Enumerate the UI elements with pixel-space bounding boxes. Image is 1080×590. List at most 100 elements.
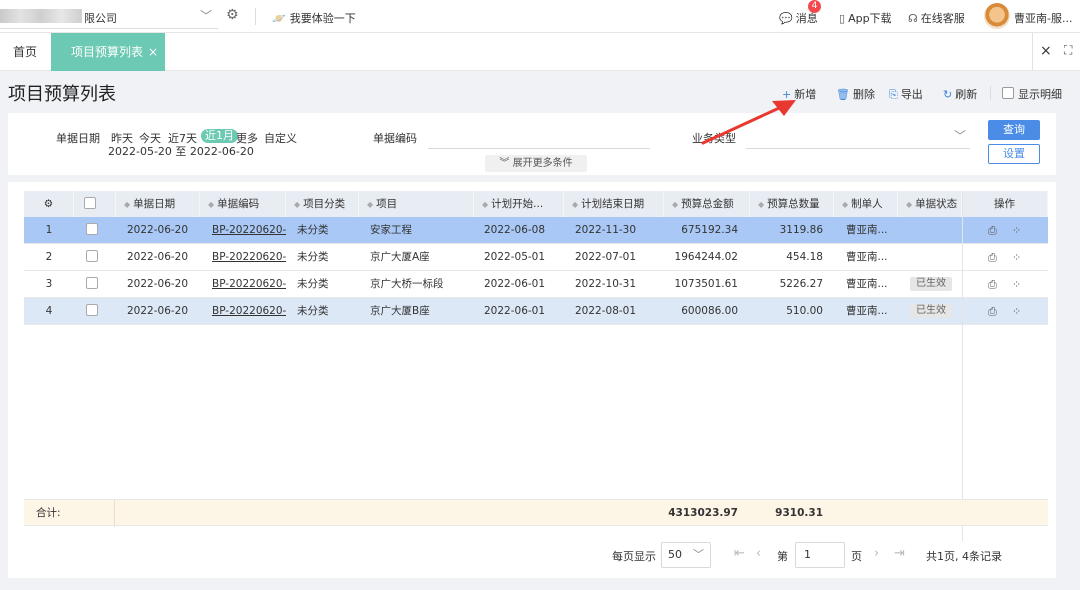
sort-icon: ◆	[672, 200, 679, 209]
edit-icon[interactable]: ⎙	[988, 271, 997, 298]
code-input[interactable]	[428, 148, 650, 149]
grid-icon[interactable]: ⁘	[1012, 298, 1021, 325]
tab-home[interactable]: 首页	[0, 33, 50, 71]
show-detail-label[interactable]: 显示明细	[1018, 86, 1062, 102]
edit-icon[interactable]: ⎙	[988, 298, 997, 325]
table-row[interactable]: 4 2022-06-20 BP-20220620- 未分类 京广大厦B座 202…	[24, 298, 1048, 325]
biz-type-select[interactable]	[746, 148, 970, 149]
select-all-checkbox[interactable]	[84, 197, 96, 209]
export-icon: ⎘	[889, 88, 898, 101]
grid-icon[interactable]: ⁘	[1012, 217, 1021, 244]
first-page-icon[interactable]: ⇤	[734, 546, 745, 561]
per-page-select[interactable]: 50 ﹀	[661, 542, 711, 568]
chevron-down-icon[interactable]: ﹀	[954, 127, 966, 144]
page-suffix: 页	[851, 550, 862, 563]
row-category: 未分类	[297, 305, 329, 317]
header-project-label: 项目	[376, 198, 398, 210]
user-name[interactable]: 曹亚南-服...	[1014, 10, 1072, 26]
expand-conditions-button[interactable]: ︾ 展开更多条件	[485, 155, 587, 172]
try-button[interactable]: 🪐 我要体验一下	[272, 10, 356, 26]
online-service-label: 在线客服	[920, 12, 965, 25]
table-row[interactable]: 3 2022-06-20 BP-20220620- 未分类 京广大桥一标段 20…	[24, 271, 1048, 298]
sort-icon: ◆	[367, 200, 374, 209]
row-checkbox[interactable]	[86, 223, 98, 235]
add-button[interactable]: + 新增	[782, 86, 816, 102]
row-checkbox[interactable]	[86, 304, 98, 316]
row-index: 4	[45, 305, 53, 317]
table-row[interactable]: 1 2022-06-20 BP-20220620- 未分类 安家工程 2022-…	[24, 217, 1048, 244]
row-index: 1	[45, 224, 53, 236]
row-code-link[interactable]: BP-20220620-	[212, 298, 286, 325]
next-page-icon[interactable]: ›	[874, 546, 879, 561]
row-end: 2022-08-01	[575, 305, 637, 317]
row-end: 2022-10-31	[575, 278, 637, 290]
pagination: 每页显示 50 ﹀ ⇤ ‹ 第 1 页 › ⇥ 共1页, 4条记录	[8, 540, 1056, 570]
table-row[interactable]: 2 2022-06-20 BP-20220620- 未分类 京广大厦A座 202…	[24, 244, 1048, 271]
fullscreen-icon[interactable]: ⛶	[1064, 43, 1072, 58]
refresh-button[interactable]: ↻ 刷新	[943, 86, 977, 102]
date-option-custom[interactable]: 自定义	[264, 130, 297, 146]
export-button[interactable]: ⎘ 导出	[889, 86, 923, 102]
row-checkbox[interactable]	[86, 277, 98, 289]
header-qty[interactable]: ◆ 预算总数量	[750, 191, 834, 217]
online-service-button[interactable]: ☊ 在线客服	[908, 10, 965, 26]
double-chevron-down-icon: ︾	[499, 158, 513, 169]
prev-page-icon[interactable]: ‹	[756, 546, 761, 561]
messages-label: 消息	[795, 12, 818, 25]
header-maker[interactable]: ◆ 制单人	[834, 191, 898, 217]
row-start: 2022-06-01	[484, 278, 546, 290]
row-project: 京广大厦A座	[370, 251, 430, 263]
row-amount: 600086.00	[681, 305, 738, 317]
row-code-link[interactable]: BP-20220620-	[212, 271, 286, 298]
avatar[interactable]	[984, 3, 1010, 29]
header-amount[interactable]: ◆ 预算总金额	[664, 191, 750, 217]
header-status[interactable]: ◆ 单据状态	[898, 191, 962, 217]
try-label: 我要体验一下	[289, 12, 356, 25]
row-start: 2022-06-01	[484, 305, 546, 317]
row-date: 2022-06-20	[127, 278, 189, 290]
per-page-label: 每页显示	[612, 550, 656, 563]
row-code-link[interactable]: BP-20220620-	[212, 244, 286, 271]
header-maker-label: 制单人	[851, 198, 883, 210]
total-label: 合计:	[36, 507, 61, 519]
column-settings-icon[interactable]: ⚙	[24, 191, 74, 217]
delete-button[interactable]: 🗑 删除	[836, 86, 875, 102]
row-qty: 454.18	[786, 251, 823, 263]
header-date[interactable]: ◆ 单据日期	[116, 191, 200, 217]
edit-icon[interactable]: ⎙	[988, 217, 997, 244]
row-end: 2022-07-01	[575, 251, 637, 263]
tab-close-icon[interactable]: ×	[148, 45, 158, 59]
header-end[interactable]: ◆ 计划结束日期	[564, 191, 664, 217]
header-code-label: 单据编码	[217, 198, 260, 210]
row-date: 2022-06-20	[127, 224, 189, 236]
last-page-icon[interactable]: ⇥	[894, 546, 905, 561]
divider	[990, 86, 991, 100]
grid-icon[interactable]: ⁘	[1012, 244, 1021, 271]
edit-icon[interactable]: ⎙	[988, 244, 997, 271]
show-detail-checkbox[interactable]	[1002, 87, 1014, 99]
sort-icon: ◆	[482, 200, 489, 209]
company-selector[interactable]: 限公司 ﹀	[0, 4, 218, 29]
query-button[interactable]: 查询	[988, 120, 1040, 140]
gear-icon[interactable]: ⚙	[226, 7, 239, 23]
row-start: 2022-05-01	[484, 251, 546, 263]
tab-project-budget-list[interactable]: 项目预算列表 ×	[51, 33, 165, 71]
date-option-1month[interactable]: 近1月	[201, 129, 238, 143]
close-all-icon[interactable]: ×	[1040, 43, 1052, 59]
header-code[interactable]: ◆ 单据编码	[200, 191, 286, 217]
header-category[interactable]: ◆ 项目分类	[286, 191, 359, 217]
grid-icon[interactable]: ⁘	[1012, 271, 1021, 298]
row-code-link[interactable]: BP-20220620-	[212, 217, 286, 244]
header-project[interactable]: ◆ 项目	[359, 191, 474, 217]
header-select-all	[74, 191, 116, 217]
row-qty: 3119.86	[779, 224, 823, 236]
delete-label: 删除	[852, 88, 875, 101]
settings-button[interactable]: 设置	[988, 144, 1040, 164]
row-project: 京广大厦B座	[370, 305, 430, 317]
app-download-label: App下载	[848, 12, 892, 25]
messages-badge: 4	[808, 0, 821, 13]
row-checkbox[interactable]	[86, 250, 98, 262]
page-input[interactable]: 1	[795, 542, 845, 568]
header-start[interactable]: ◆ 计划开始...	[474, 191, 564, 217]
app-download-button[interactable]: ▯ App下载	[839, 10, 892, 26]
